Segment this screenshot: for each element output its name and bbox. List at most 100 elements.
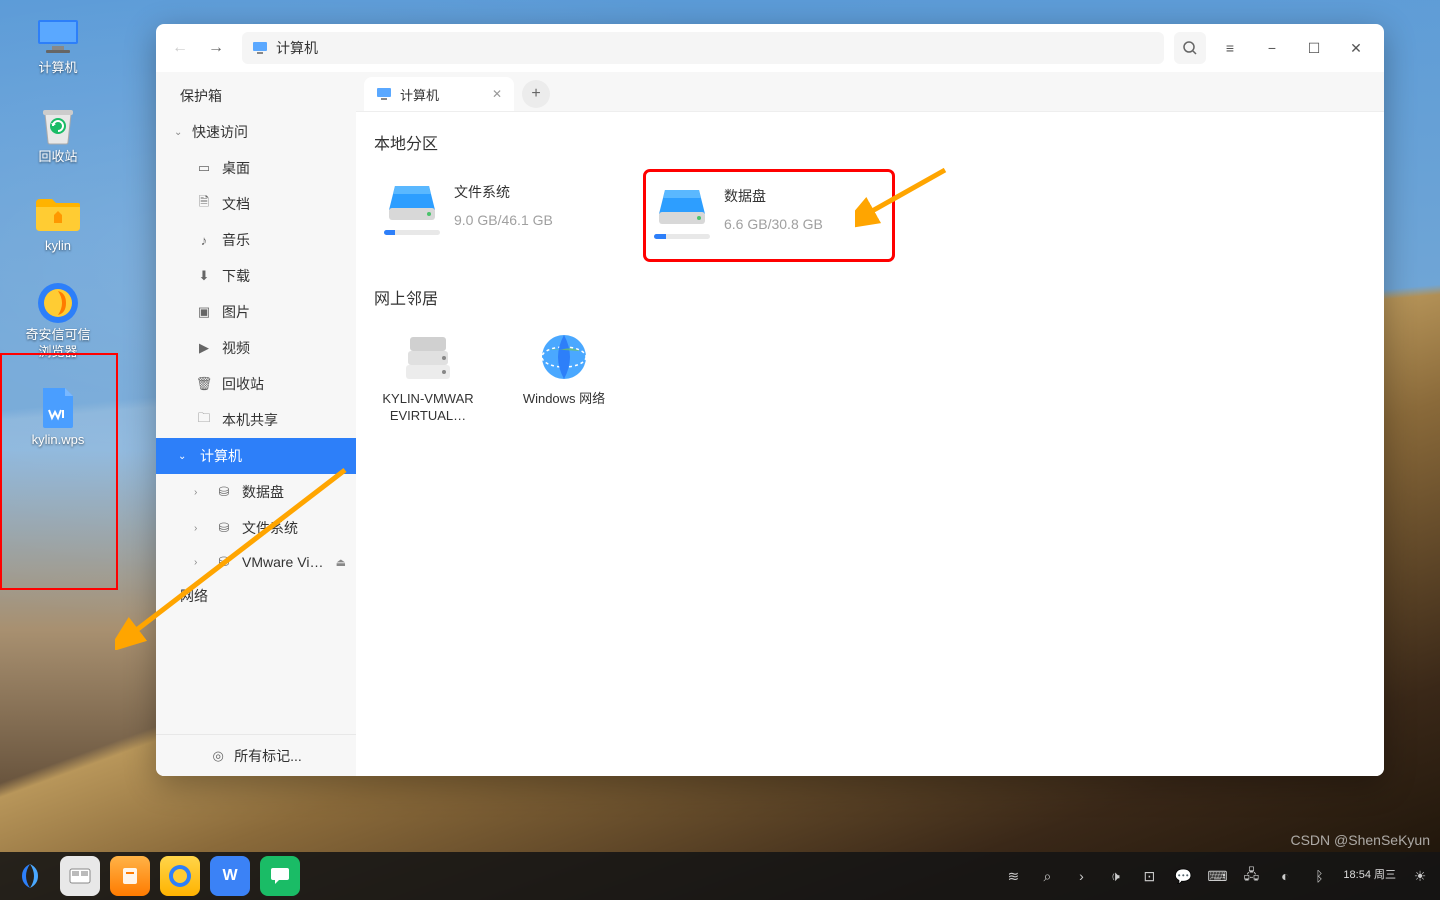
- drive-filesystem[interactable]: 文件系统 9.0 GB/46.1 GB: [374, 170, 624, 261]
- sidebar: 保护箱 ⌄快速访问 ▭桌面 🗎文档 ♪音乐 ⬇下载 ▣图片 ▶视频 🗑回收站 🗀…: [156, 72, 356, 776]
- trash-icon: [34, 105, 82, 145]
- monitor-icon: [34, 16, 82, 56]
- sidebar-network[interactable]: 网络: [156, 578, 356, 614]
- sidebar-filesystem[interactable]: ›⛁文件系统: [156, 510, 356, 546]
- drive-name: 数据盘: [724, 186, 823, 206]
- tag-icon: ◎: [210, 748, 226, 764]
- taskbar-wps[interactable]: W: [210, 856, 250, 896]
- tray-weather-icon[interactable]: ≋: [1003, 868, 1023, 885]
- network-item-label: KYLIN-VMWAREVIRTUAL…: [380, 391, 476, 425]
- tray-network-icon[interactable]: 🖧: [1241, 864, 1261, 888]
- chevron-down-icon: ⌄: [178, 451, 190, 462]
- network-item-kylin-vmware[interactable]: KYLIN-VMWAREVIRTUAL…: [374, 325, 482, 431]
- chevron-right-icon: ›: [194, 487, 206, 498]
- close-button[interactable]: ✕: [1336, 32, 1376, 64]
- sidebar-desktop[interactable]: ▭桌面: [156, 150, 356, 186]
- desktop-icon-label: kylin: [45, 238, 71, 255]
- drive-icon: [385, 180, 439, 224]
- chevron-down-icon: ⌄: [174, 127, 186, 138]
- globe-icon: [538, 331, 590, 383]
- start-button[interactable]: [10, 856, 50, 896]
- tray-security-icon[interactable]: ◐: [1275, 868, 1295, 884]
- sidebar-music[interactable]: ♪音乐: [156, 222, 356, 258]
- tray-volume-icon[interactable]: 🕩: [1105, 868, 1125, 885]
- system-tray: ≋ ⌕ › 🕩 ⊡ 💬 ⌨ 🖧 ◐ ᛒ 18:54 周三 ☀: [1003, 864, 1430, 888]
- nav-back-button[interactable]: ←: [164, 32, 196, 64]
- sidebar-share[interactable]: 🗀本机共享: [156, 402, 356, 438]
- chevron-right-icon: ›: [194, 523, 206, 534]
- drive-usage-bar: [654, 234, 710, 239]
- video-mini-icon: ▶: [196, 340, 212, 356]
- file-manager-window: ← → 计算机 ≡ − ☐ ✕ 保护箱 ⌄快速访问 ▭桌面 🗎文档 ♪音乐 ⬇下…: [156, 24, 1384, 776]
- drive-size: 9.0 GB/46.1 GB: [454, 212, 553, 228]
- sidebar-quick-access[interactable]: ⌄快速访问: [156, 114, 356, 150]
- taskbar-browser[interactable]: [160, 856, 200, 896]
- download-mini-icon: ⬇: [196, 268, 212, 284]
- address-label: 计算机: [276, 38, 318, 58]
- music-mini-icon: ♪: [196, 232, 212, 248]
- minimize-button[interactable]: −: [1252, 32, 1292, 64]
- computer-icon: [376, 86, 392, 102]
- document-mini-icon: 🗎: [196, 196, 212, 212]
- taskbar: W ≋ ⌕ › 🕩 ⊡ 💬 ⌨ 🖧 ◐ ᛒ 18:54 周三 ☀: [0, 852, 1440, 900]
- tray-brightness-icon[interactable]: ☀: [1410, 868, 1430, 885]
- tab-bar: 计算机 ✕ +: [356, 72, 1384, 112]
- sidebar-trash[interactable]: 🗑回收站: [156, 366, 356, 402]
- tab-add-button[interactable]: +: [522, 80, 550, 108]
- drive-mini-icon: ⛁: [216, 484, 232, 500]
- nav-forward-button[interactable]: →: [200, 32, 232, 64]
- wps-file-icon: [34, 388, 82, 428]
- tab-computer[interactable]: 计算机 ✕: [364, 77, 514, 111]
- sidebar-pictures[interactable]: ▣图片: [156, 294, 356, 330]
- sidebar-documents[interactable]: 🗎文档: [156, 186, 356, 222]
- sidebar-videos[interactable]: ▶视频: [156, 330, 356, 366]
- sidebar-vault[interactable]: 保护箱: [156, 78, 356, 114]
- browser-icon: [34, 283, 82, 323]
- menu-button[interactable]: ≡: [1210, 32, 1250, 64]
- trash-mini-icon: 🗑: [196, 376, 212, 392]
- drive-icon: [655, 184, 709, 228]
- section-local-partitions: 本地分区: [374, 130, 1366, 154]
- drive-mini-icon: ⛁: [216, 554, 232, 570]
- sidebar-all-tags[interactable]: ◎所有标记...: [156, 734, 356, 776]
- image-mini-icon: ▣: [196, 304, 212, 320]
- tray-search-icon[interactable]: ⌕: [1037, 868, 1057, 885]
- tray-bluetooth-icon[interactable]: ᛒ: [1309, 868, 1329, 884]
- tray-input-icon[interactable]: ⌨: [1207, 868, 1227, 885]
- folder-icon: [34, 194, 82, 234]
- desktop-icon-wps-file[interactable]: kylin.wps: [18, 384, 98, 453]
- tray-notification-icon[interactable]: ⊡: [1139, 868, 1159, 885]
- desktop-icon-browser[interactable]: 奇安信可信 浏览器: [18, 279, 98, 365]
- maximize-button[interactable]: ☐: [1294, 32, 1334, 64]
- desktop-icon-label: kylin.wps: [32, 432, 85, 449]
- tray-message-icon[interactable]: 💬: [1173, 868, 1193, 885]
- sidebar-vmware[interactable]: ›⛁VMware Virtu…⏏: [156, 546, 356, 578]
- drive-datadisk[interactable]: 数据盘 6.6 GB/30.8 GB: [644, 170, 894, 261]
- desktop-icon-label: 奇安信可信 浏览器: [25, 327, 90, 361]
- taskbar-app-store[interactable]: [110, 856, 150, 896]
- sidebar-downloads[interactable]: ⬇下载: [156, 258, 356, 294]
- chevron-right-icon: ›: [194, 557, 206, 568]
- tab-label: 计算机: [400, 85, 439, 104]
- taskbar-taskview[interactable]: [60, 856, 100, 896]
- taskbar-chat[interactable]: [260, 856, 300, 896]
- desktop-icon-label: 回收站: [38, 149, 77, 166]
- sidebar-computer[interactable]: ⌄计算机: [156, 438, 356, 474]
- titlebar: ← → 计算机 ≡ − ☐ ✕: [156, 24, 1384, 72]
- content-area: 计算机 ✕ + 本地分区 文件系统 9.0 GB/46.1 GB: [356, 72, 1384, 776]
- tray-expand-icon[interactable]: ›: [1071, 868, 1091, 884]
- desktop-icon-trash[interactable]: 回收站: [18, 101, 98, 170]
- search-button[interactable]: [1174, 32, 1206, 64]
- tab-close-button[interactable]: ✕: [492, 87, 502, 101]
- folder-mini-icon: 🗀: [196, 412, 212, 428]
- desktop-icon-folder-kylin[interactable]: kylin: [18, 190, 98, 259]
- desktop-icons: 计算机 回收站 kylin 奇安信可信 浏览器 kylin.wps: [18, 12, 98, 453]
- address-bar[interactable]: 计算机: [242, 32, 1164, 64]
- eject-icon[interactable]: ⏏: [336, 556, 346, 569]
- network-item-windows[interactable]: Windows 网络: [510, 325, 618, 431]
- desktop-icon-label: 计算机: [38, 60, 77, 77]
- desktop-icon-computer[interactable]: 计算机: [18, 12, 98, 81]
- network-item-label: Windows 网络: [523, 391, 605, 408]
- sidebar-datadisk[interactable]: ›⛁数据盘: [156, 474, 356, 510]
- taskbar-clock[interactable]: 18:54 周三: [1343, 869, 1396, 882]
